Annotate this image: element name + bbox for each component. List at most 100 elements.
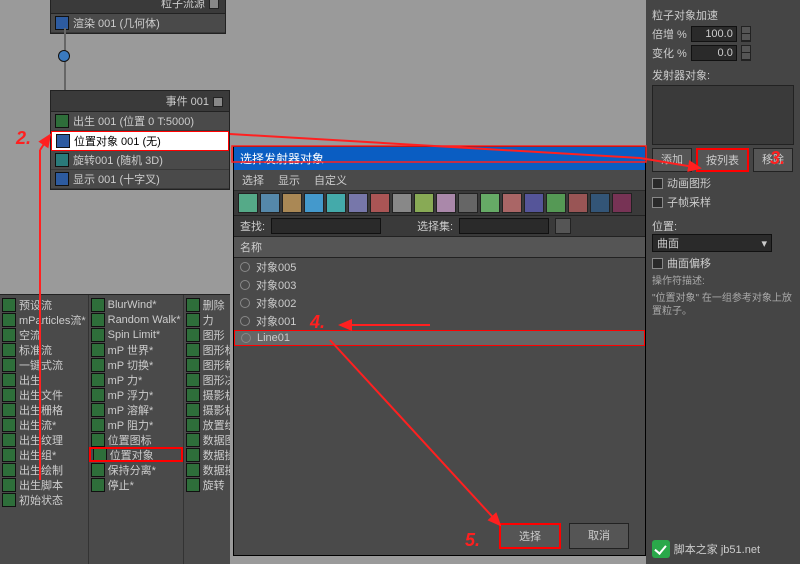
toolbar-button[interactable]: [282, 193, 302, 213]
op-item[interactable]: 出生脚本: [0, 477, 88, 492]
op-item[interactable]: mP 世界*: [89, 342, 183, 357]
variation-input[interactable]: [691, 45, 737, 61]
panel-header: 粒子对象加速: [652, 7, 718, 23]
op-item[interactable]: 位置对象: [89, 447, 183, 462]
event-node[interactable]: 事件 001 出生 001 (位置 0 T:5000)位置对象 001 (无)旋…: [50, 90, 230, 190]
spinner-icon[interactable]: [741, 26, 751, 42]
op-item[interactable]: 出生栅格: [0, 402, 88, 417]
op-item[interactable]: 出生组*: [0, 447, 88, 462]
op-item[interactable]: 放置绘: [184, 417, 230, 432]
op-item[interactable]: 一键式流: [0, 357, 88, 372]
toolbar-button[interactable]: [524, 193, 544, 213]
op-item[interactable]: Random Walk*: [89, 312, 183, 327]
selset-dropdown-icon[interactable]: [555, 218, 571, 234]
op-item[interactable]: 图形: [184, 327, 230, 342]
render-row[interactable]: 渲染 001 (几何体): [51, 14, 225, 33]
op-item[interactable]: 数据图: [184, 432, 230, 447]
anim-shape-checkbox[interactable]: [652, 178, 663, 189]
subframe-checkbox[interactable]: [652, 197, 663, 208]
toolbar-button[interactable]: [238, 193, 258, 213]
list-item[interactable]: Line01: [234, 330, 645, 346]
op-item[interactable]: 空流: [0, 327, 88, 342]
op-item[interactable]: 出生文件: [0, 387, 88, 402]
op-item[interactable]: 预设流: [0, 297, 88, 312]
event-row[interactable]: 显示 001 (十字叉): [51, 170, 229, 189]
dialog-search-row: 查找: 选择集:: [234, 216, 645, 237]
particle-source-node[interactable]: 粒子流源 渲染 001 (几何体): [50, 0, 226, 34]
list-item[interactable]: 对象005: [234, 258, 645, 276]
surf-offset-checkbox[interactable]: [652, 258, 663, 269]
op-item[interactable]: mP 浮力*: [89, 387, 183, 402]
op-icon: [2, 418, 16, 432]
op-item[interactable]: mP 溶解*: [89, 402, 183, 417]
op-item[interactable]: 标准流: [0, 342, 88, 357]
by-list-button[interactable]: 按列表: [696, 148, 749, 172]
op-item[interactable]: 出生纹理: [0, 432, 88, 447]
toolbar-button[interactable]: [436, 193, 456, 213]
toolbar-button[interactable]: [392, 193, 412, 213]
dialog-menu[interactable]: 选择 显示 自定义: [234, 170, 645, 191]
event-row[interactable]: 位置对象 001 (无): [51, 131, 229, 151]
toolbar-button[interactable]: [348, 193, 368, 213]
event-row[interactable]: 出生 001 (位置 0 T:5000): [51, 112, 229, 131]
op-icon: [2, 478, 16, 492]
menu-select[interactable]: 选择: [242, 172, 264, 188]
op-item[interactable]: 出生流*: [0, 417, 88, 432]
search-input[interactable]: [271, 218, 381, 234]
event-row[interactable]: 旋转001 (随机 3D): [51, 151, 229, 170]
op-item[interactable]: 删除: [184, 297, 230, 312]
op-item[interactable]: 数据损: [184, 462, 230, 477]
op-item[interactable]: 摄影机: [184, 387, 230, 402]
list-header[interactable]: 名称: [234, 237, 645, 258]
toolbar-button[interactable]: [590, 193, 610, 213]
op-item[interactable]: mParticles流*: [0, 312, 88, 327]
list-item[interactable]: 对象003: [234, 276, 645, 294]
op-item[interactable]: mP 阻力*: [89, 417, 183, 432]
toolbar-button[interactable]: [370, 193, 390, 213]
op-item[interactable]: 图形决: [184, 372, 230, 387]
object-icon: [240, 262, 250, 272]
spinner-icon[interactable]: [741, 45, 751, 61]
variation-label: 变化 %: [652, 45, 687, 61]
toolbar-button[interactable]: [546, 193, 566, 213]
toolbar-button[interactable]: [480, 193, 500, 213]
toolbar-button[interactable]: [414, 193, 434, 213]
op-item[interactable]: 出生绘制: [0, 462, 88, 477]
op-item[interactable]: 出生: [0, 372, 88, 387]
toolbar-button[interactable]: [502, 193, 522, 213]
operator-palette[interactable]: 预设流mParticles流*空流标准流一键式流出生出生文件出生栅格出生流*出生…: [0, 294, 230, 564]
add-button[interactable]: 添加: [652, 148, 692, 172]
cancel-button[interactable]: 取消: [569, 523, 629, 549]
op-item[interactable]: 数据操: [184, 447, 230, 462]
menu-display[interactable]: 显示: [278, 172, 300, 188]
toolbar-button[interactable]: [612, 193, 632, 213]
toolbar-button[interactable]: [326, 193, 346, 213]
dialog-toolbar[interactable]: [234, 191, 645, 216]
ok-button[interactable]: 选择: [499, 523, 561, 549]
op-item[interactable]: Spin Limit*: [89, 327, 183, 342]
object-list[interactable]: 对象005对象003对象002对象001Line01: [234, 258, 645, 518]
emitter-list[interactable]: [652, 85, 794, 145]
op-item[interactable]: mP 切换*: [89, 357, 183, 372]
list-item[interactable]: 对象002: [234, 294, 645, 312]
toolbar-button[interactable]: [260, 193, 280, 213]
op-item[interactable]: BlurWind*: [89, 297, 183, 312]
position-dropdown[interactable]: 曲面: [652, 234, 772, 252]
op-item[interactable]: 旋转: [184, 477, 230, 492]
op-item[interactable]: 摄影机: [184, 402, 230, 417]
op-item[interactable]: mP 力*: [89, 372, 183, 387]
op-item[interactable]: 停止*: [89, 477, 183, 492]
selset-input[interactable]: [459, 218, 549, 234]
op-item[interactable]: 力: [184, 312, 230, 327]
op-item[interactable]: 图形朝: [184, 357, 230, 372]
menu-custom[interactable]: 自定义: [314, 172, 347, 188]
toolbar-button[interactable]: [568, 193, 588, 213]
op-item[interactable]: 位置图标: [89, 432, 183, 447]
op-item[interactable]: 初始状态: [0, 492, 88, 507]
list-item[interactable]: 对象001: [234, 312, 645, 330]
op-item[interactable]: 图形标: [184, 342, 230, 357]
toolbar-button[interactable]: [458, 193, 478, 213]
doubling-input[interactable]: [691, 26, 737, 42]
op-item[interactable]: 保持分离*: [89, 462, 183, 477]
toolbar-button[interactable]: [304, 193, 324, 213]
